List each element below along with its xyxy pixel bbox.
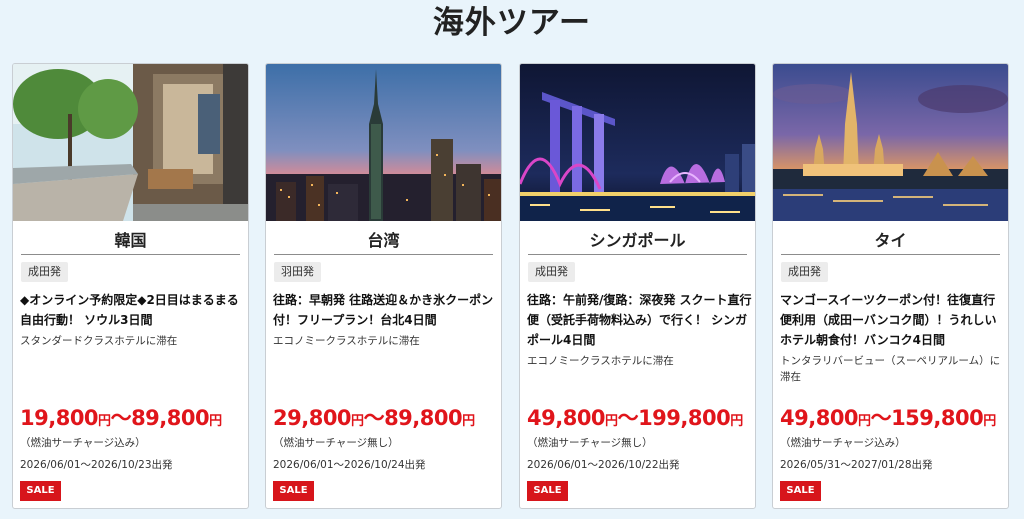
sale-badge: SALE (527, 481, 568, 501)
tour-description[interactable]: ◆オンライン予約限定◆2日目はまるまる自由行動！ ソウル3日間 (20, 290, 246, 330)
currency-unit: 円 (730, 414, 743, 429)
price-separator: ～ (363, 406, 385, 430)
currency-unit: 円 (209, 414, 222, 429)
currency-unit: 円 (462, 414, 475, 429)
price-min: 49,800 (780, 406, 859, 430)
price-range: 29,800円～89,800円 (273, 405, 475, 435)
seoul-street-photo[interactable] (13, 64, 248, 221)
price-min: 29,800 (273, 406, 352, 430)
price-separator: ～ (110, 406, 132, 430)
departure-period: 2026/05/31～2027/01/28出発 (780, 459, 933, 471)
price-min: 49,800 (527, 406, 606, 430)
tour-card-singapore[interactable]: シンガポール 成田発 往路：午前発/復路：深夜発 スクート直行便（受託手荷物料込… (519, 63, 756, 509)
fuel-surcharge-note: （燃油サーチャージ込み） (20, 437, 146, 449)
tour-description[interactable]: 往路：午前発/復路：深夜発 スクート直行便（受託手荷物料込み）で行く！ シンガポ… (527, 290, 753, 350)
destination-title: タイ (781, 228, 1000, 255)
price-range: 49,800円～199,800円 (527, 405, 743, 435)
page-title: 海外ツアー (432, 5, 592, 41)
currency-unit: 円 (98, 414, 111, 429)
fuel-surcharge-note: （燃油サーチャージ無し） (273, 437, 399, 449)
hotel-info: エコノミークラスホテルに滞在 (527, 355, 674, 367)
sale-badge: SALE (780, 481, 821, 501)
hotel-info: エコノミークラスホテルに滞在 (273, 335, 420, 347)
price-separator: ～ (870, 406, 892, 430)
sale-badge: SALE (20, 481, 61, 501)
destination-title: 台湾 (274, 228, 493, 255)
destination-title: シンガポール (528, 228, 747, 255)
fuel-surcharge-note: （燃油サーチャージ込み） (780, 437, 906, 449)
fuel-surcharge-note: （燃油サーチャージ無し） (527, 437, 653, 449)
price-max: 159,800 (891, 406, 984, 430)
currency-unit: 円 (605, 414, 618, 429)
price-max: 89,800 (131, 406, 210, 430)
tour-card-taiwan[interactable]: 台湾 羽田発 往路：早朝発 往路送迎＆かき氷クーポン付！フリープラン！台北4日間… (265, 63, 502, 509)
tour-card-korea[interactable]: 韓国 成田発 ◆オンライン予約限定◆2日目はまるまる自由行動！ ソウル3日間 ス… (12, 63, 249, 509)
currency-unit: 円 (858, 414, 871, 429)
singapore-marina-bay-night-photo[interactable] (520, 64, 755, 221)
price-separator: ～ (617, 406, 639, 430)
price-max: 89,800 (384, 406, 463, 430)
origin-tag: 成田発 (528, 262, 575, 282)
origin-tag: 成田発 (781, 262, 828, 282)
price-max: 199,800 (638, 406, 731, 430)
departure-period: 2026/06/01～2026/10/23出発 (20, 459, 173, 471)
price-range: 19,800円～89,800円 (20, 405, 222, 435)
tour-description[interactable]: 往路：早朝発 往路送迎＆かき氷クーポン付！フリープラン！台北4日間 (273, 290, 499, 330)
price-range: 49,800円～159,800円 (780, 405, 996, 435)
tour-description[interactable]: マンゴースイーツクーポン付！往復直行便利用（成田ーバンコク間）！うれしいホテル朝… (780, 290, 1006, 350)
bangkok-wat-arun-dusk-photo[interactable] (773, 64, 1008, 221)
taipei-101-skyline-photo[interactable] (266, 64, 501, 221)
origin-tag: 成田発 (21, 262, 68, 282)
tour-card-thailand[interactable]: タイ 成田発 マンゴースイーツクーポン付！往復直行便利用（成田ーバンコク間）！う… (772, 63, 1009, 509)
sale-badge: SALE (273, 481, 314, 501)
hotel-info: スタンダードクラスホテルに滞在 (20, 335, 178, 347)
currency-unit: 円 (351, 414, 364, 429)
price-min: 19,800 (20, 406, 99, 430)
currency-unit: 円 (983, 414, 996, 429)
destination-title: 韓国 (21, 228, 240, 255)
origin-tag: 羽田発 (274, 262, 321, 282)
departure-period: 2026/06/01～2026/10/22出発 (527, 459, 680, 471)
hotel-info: トンタラリバービュー（スーペリアルーム）に滞在 (780, 355, 1001, 383)
departure-period: 2026/06/01～2026/10/24出発 (273, 459, 426, 471)
